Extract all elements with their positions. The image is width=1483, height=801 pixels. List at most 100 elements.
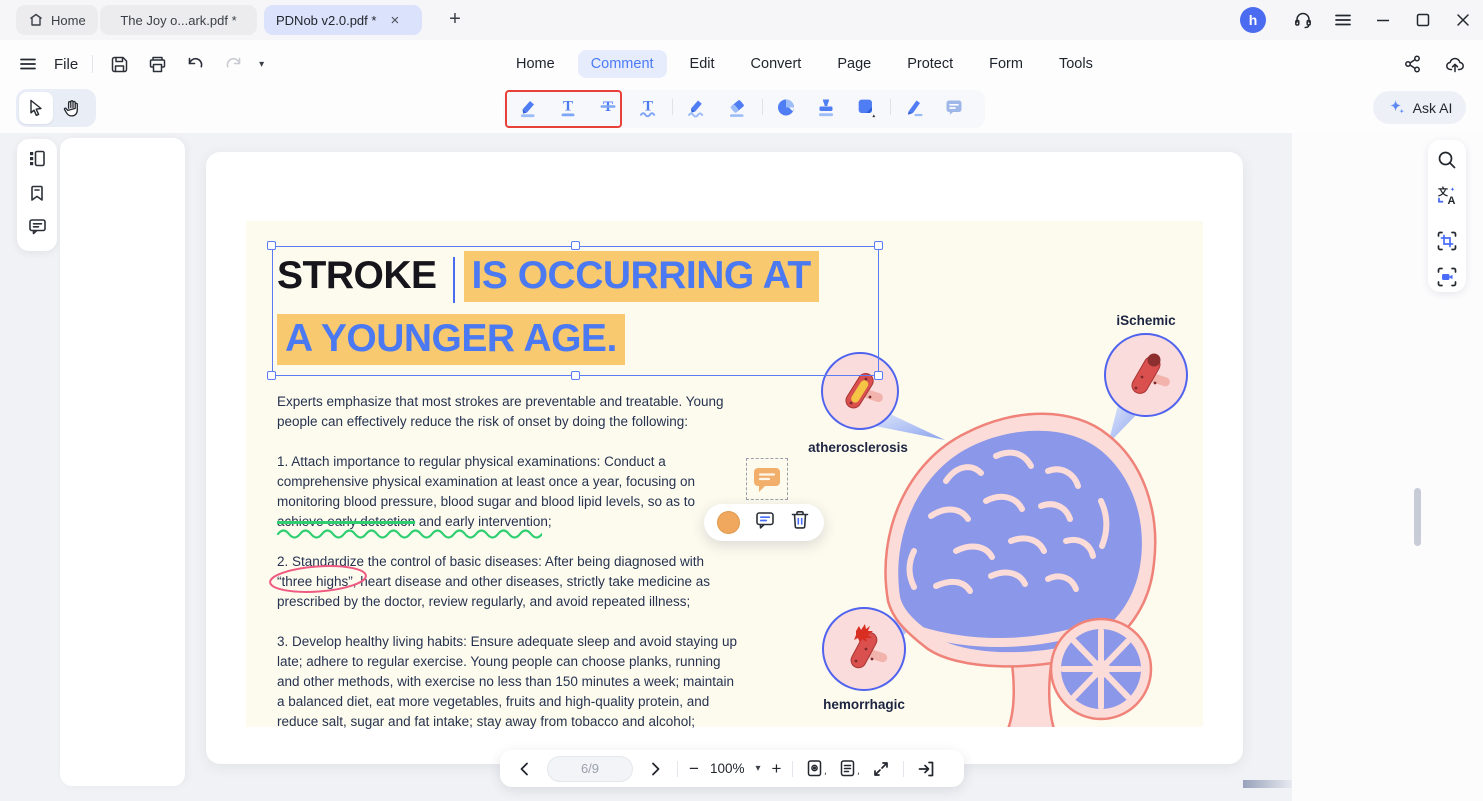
squiggly-annotation[interactable] [276, 526, 542, 540]
history-caret-icon[interactable]: ▾ [259, 59, 264, 70]
bookmarks-panel-icon[interactable] [27, 183, 47, 208]
zoom-in-icon[interactable]: + [772, 760, 782, 777]
thumbnails-panel-icon[interactable] [27, 148, 48, 174]
intro-line-2: people can effectively reduce the risk o… [277, 412, 688, 432]
annotation-popup-toolbar [704, 504, 824, 541]
file-menu-label[interactable]: File [54, 56, 78, 73]
previous-page-icon[interactable] [514, 758, 536, 780]
zoom-out-icon[interactable]: − [689, 760, 699, 777]
ellipse-annotation[interactable] [266, 563, 370, 595]
tab-document-2-active[interactable]: PDNob v2.0.pdf * × [264, 5, 422, 35]
comments-panel-icon[interactable] [27, 216, 48, 242]
avatar[interactable]: h [1240, 7, 1266, 33]
signature-tool-icon[interactable] [903, 96, 925, 118]
add-comment-button[interactable] [754, 509, 776, 536]
squiggly-tool-icon[interactable]: T [637, 96, 659, 118]
svg-text:A: A [1448, 195, 1456, 207]
selection-handle-br[interactable] [874, 371, 883, 380]
ask-ai-button[interactable]: Ask AI [1373, 91, 1466, 124]
divider [903, 761, 904, 777]
sticky-note-annotation[interactable] [746, 458, 788, 500]
menu-protect[interactable]: Protect [894, 50, 966, 78]
stamp-tool-icon[interactable] [815, 96, 837, 118]
zoom-level[interactable]: 100% [710, 761, 745, 776]
shapes-tool-icon[interactable] [775, 96, 797, 118]
horizontal-scrollbar[interactable] [1243, 780, 1292, 788]
fullscreen-icon[interactable] [870, 758, 892, 780]
menu-comment[interactable]: Comment [578, 50, 667, 78]
print-icon[interactable] [145, 52, 169, 76]
color-swatch-button[interactable] [717, 511, 740, 534]
divider [672, 99, 673, 115]
tab-document-1[interactable]: The Joy o...ark.pdf * [100, 5, 257, 35]
app-menu-icon[interactable] [1332, 10, 1354, 30]
thumbnails-panel [60, 138, 185, 786]
page-view-mode-icon[interactable] [804, 758, 826, 780]
reading-mode-icon[interactable] [837, 758, 859, 780]
intro-line-1: Experts emphasize that most strokes are … [277, 392, 724, 412]
menu-page[interactable]: Page [824, 50, 884, 78]
eraser-tool-icon[interactable] [726, 96, 748, 118]
item3-line-3: and other methods, with exercise no less… [277, 672, 734, 692]
item2-line-3: prescribed by the doctor, review regular… [277, 592, 690, 612]
exit-view-icon[interactable] [915, 758, 937, 780]
item1-line-1: 1. Attach importance to regular physical… [277, 452, 666, 472]
hand-tool-icon[interactable] [55, 92, 89, 124]
page-indicator-input[interactable]: 6/9 [547, 756, 633, 782]
tab-document-1-label: The Joy o...ark.pdf * [120, 13, 236, 28]
menu-form[interactable]: Form [976, 50, 1036, 78]
menu-edit[interactable]: Edit [677, 50, 728, 78]
item1-line-3: monitoring blood pressure, blood sugar a… [277, 492, 695, 512]
cloud-upload-icon[interactable] [1443, 52, 1467, 76]
menu-home[interactable]: Home [503, 50, 568, 78]
selection-handle-tm[interactable] [571, 241, 580, 250]
strikethrough-tool-icon[interactable]: T [597, 96, 619, 118]
pdf-page[interactable]: iSchemic atherosclerosis hemorrhagic STR… [246, 221, 1203, 727]
tab-close-icon[interactable]: × [390, 13, 399, 28]
label-atherosclerosis: atherosclerosis [788, 440, 928, 455]
translate-icon[interactable]: 文A [1436, 185, 1458, 212]
underline-tool-icon[interactable]: T [557, 96, 579, 118]
undo-icon[interactable] [183, 52, 207, 76]
highlight-tool-icon[interactable] [517, 96, 539, 118]
home-icon [28, 12, 44, 28]
select-cursor-icon[interactable] [19, 92, 53, 124]
file-menu-icon[interactable] [16, 52, 40, 76]
screen-record-icon[interactable] [1436, 266, 1458, 293]
selection-box[interactable] [272, 246, 879, 376]
comment-toolbar: T T T Ask AI [0, 88, 1483, 133]
menu-convert[interactable]: Convert [738, 50, 815, 78]
right-tools: 文A [1428, 140, 1466, 292]
tab-home[interactable]: Home [16, 5, 98, 35]
support-headset-icon[interactable] [1292, 10, 1314, 30]
menu-tools[interactable]: Tools [1046, 50, 1106, 78]
search-icon[interactable] [1436, 149, 1458, 176]
selection-handle-bm[interactable] [571, 371, 580, 380]
window-minimize-icon[interactable] [1372, 10, 1394, 30]
selection-handle-tl[interactable] [267, 241, 276, 250]
screenshot-crop-icon[interactable] [1436, 230, 1458, 257]
vertical-scrollbar[interactable] [1414, 488, 1421, 546]
window-maximize-icon[interactable] [1412, 10, 1434, 30]
window-close-icon[interactable] [1452, 10, 1474, 30]
new-tab-button[interactable]: + [443, 8, 467, 31]
sticker-tool-icon[interactable] [855, 96, 877, 118]
sticky-note-icon [751, 464, 783, 494]
selection-handle-tr[interactable] [874, 241, 883, 250]
delete-annotation-button[interactable] [789, 509, 811, 536]
left-panel-switcher [17, 139, 57, 251]
pencil-tool-icon[interactable] [685, 96, 707, 118]
svg-text:T: T [643, 99, 653, 115]
divider [92, 55, 93, 73]
selection-handle-bl[interactable] [267, 371, 276, 380]
redo-icon-disabled [221, 52, 245, 76]
ai-sparkle-icon [1387, 97, 1406, 119]
share-icon[interactable] [1401, 52, 1425, 76]
save-icon[interactable] [107, 52, 131, 76]
zoom-caret-icon[interactable]: ▾ [755, 763, 760, 774]
tab-bar: Home The Joy o...ark.pdf * PDNob v2.0.pd… [0, 0, 1483, 40]
next-page-icon[interactable] [644, 758, 666, 780]
note-tool-icon[interactable] [943, 96, 965, 118]
tab-document-2-label: PDNob v2.0.pdf * [276, 13, 376, 28]
document-viewport: iSchemic atherosclerosis hemorrhagic STR… [206, 152, 1243, 764]
